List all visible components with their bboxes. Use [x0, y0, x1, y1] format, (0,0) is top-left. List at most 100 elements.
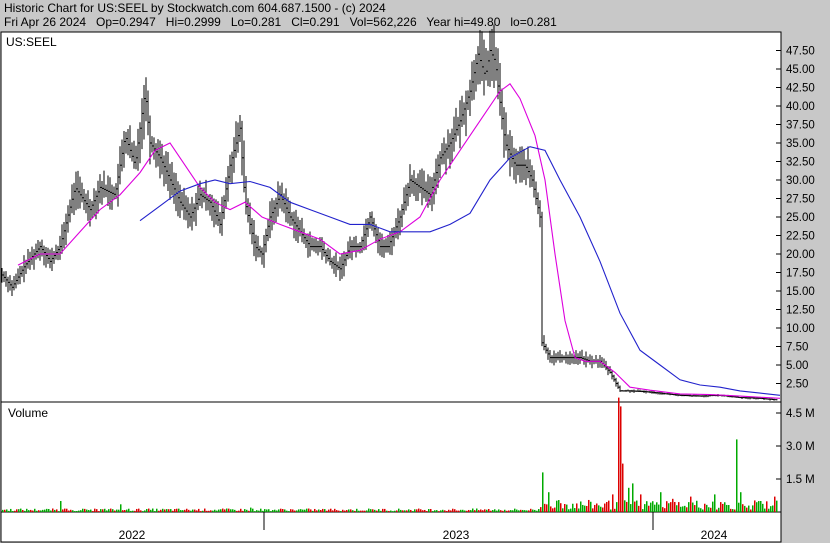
volume-bar [394, 510, 396, 512]
volume-bar [604, 503, 606, 512]
volume-bar [540, 507, 542, 512]
volume-bar [722, 503, 724, 512]
volume-bar [24, 510, 26, 512]
volume-bar [268, 509, 270, 512]
volume-bar [484, 509, 486, 512]
volume-bar [204, 508, 206, 512]
volume-bar [308, 508, 310, 512]
volume-bar [116, 509, 118, 512]
volume-bar [406, 510, 408, 512]
volume-bar [364, 510, 366, 512]
volume-bar [342, 509, 344, 512]
volume-bar [652, 501, 654, 512]
volume-bar [584, 505, 586, 512]
volume-bar [386, 510, 388, 512]
volume-bar [430, 508, 432, 512]
volume-bar [136, 508, 138, 512]
volume-bar [296, 510, 298, 512]
volume-bar [712, 501, 714, 512]
volume-bar [396, 510, 398, 512]
volume-bar [344, 510, 346, 512]
volume-bar [392, 511, 394, 512]
volume-bar [274, 509, 276, 512]
volume-bar [94, 508, 96, 512]
volume-bar [640, 494, 642, 512]
volume-bar [606, 502, 608, 512]
volume-bar [482, 510, 484, 512]
volume-bar [454, 509, 456, 512]
volume-bar [578, 508, 580, 512]
volume-bar [742, 504, 744, 512]
volume-bar [60, 501, 62, 512]
volume-bar [198, 508, 200, 512]
volume-bar [748, 505, 750, 512]
volume-bar [352, 510, 354, 512]
volume-bar [176, 508, 178, 512]
volume-bar [40, 510, 42, 512]
volume-bar [486, 509, 488, 512]
volume-bar [428, 509, 430, 512]
volume-bar [632, 483, 634, 512]
volume-bar [416, 509, 418, 512]
volume-bar [340, 511, 342, 512]
volume-bar [266, 509, 268, 512]
volume-bar [130, 510, 132, 512]
volume-bar [732, 509, 734, 512]
volume-bar [30, 509, 32, 512]
volume-bar [302, 509, 304, 512]
volume-bar [184, 509, 186, 512]
volume-bar [754, 500, 756, 512]
volume-bar [648, 505, 650, 512]
price-tick-label: 17.50 [786, 268, 815, 280]
volume-bar [128, 508, 130, 512]
price-tick-label: 30.00 [786, 175, 815, 187]
volume-bar [370, 509, 372, 512]
volume-bar [444, 510, 446, 512]
volume-bar [544, 503, 546, 512]
volume-bar [480, 509, 482, 512]
year-label: 2023 [443, 528, 470, 542]
volume-bar [586, 505, 588, 512]
volume-bar [100, 509, 102, 512]
volume-bar [518, 510, 520, 512]
volume-bar [192, 509, 194, 512]
volume-bar [310, 509, 312, 512]
volume-bar [596, 503, 598, 512]
volume-bar [298, 509, 300, 512]
volume-bar [118, 509, 120, 512]
volume-bar [422, 510, 424, 512]
volume-bar [740, 492, 742, 512]
stock-chart: Historic Chart for US:SEEL by Stockwatch… [0, 0, 830, 543]
volume-bar [684, 505, 686, 512]
volume-bar [436, 510, 438, 512]
volume-bar [328, 509, 330, 512]
volume-bar [520, 509, 522, 512]
year-label: 2022 [119, 528, 146, 542]
volume-bar [442, 509, 444, 512]
volume-bar [220, 509, 222, 512]
volume-bar [774, 496, 776, 512]
volume-bar [132, 510, 134, 512]
volume-bar [74, 511, 76, 512]
volume-bar [90, 509, 92, 512]
volume-bar [744, 505, 746, 512]
volume-bar [670, 502, 672, 512]
volume-bar [776, 500, 778, 512]
volume-bar [736, 439, 738, 512]
volume-bar [636, 500, 638, 512]
volume-bar [54, 509, 56, 512]
volume-bar [348, 509, 350, 512]
volume-bar [768, 508, 770, 512]
volume-bar [110, 508, 112, 512]
volume-bar [500, 510, 502, 512]
volume-bar [180, 510, 182, 512]
volume-bar [530, 508, 532, 512]
volume-bar [538, 509, 540, 512]
volume-bar [282, 508, 284, 512]
volume-bar [488, 508, 490, 512]
volume-bar [490, 510, 492, 512]
volume-bar [38, 510, 40, 512]
volume-bar [178, 508, 180, 512]
volume-bar [506, 510, 508, 512]
volume-bar [752, 505, 754, 512]
